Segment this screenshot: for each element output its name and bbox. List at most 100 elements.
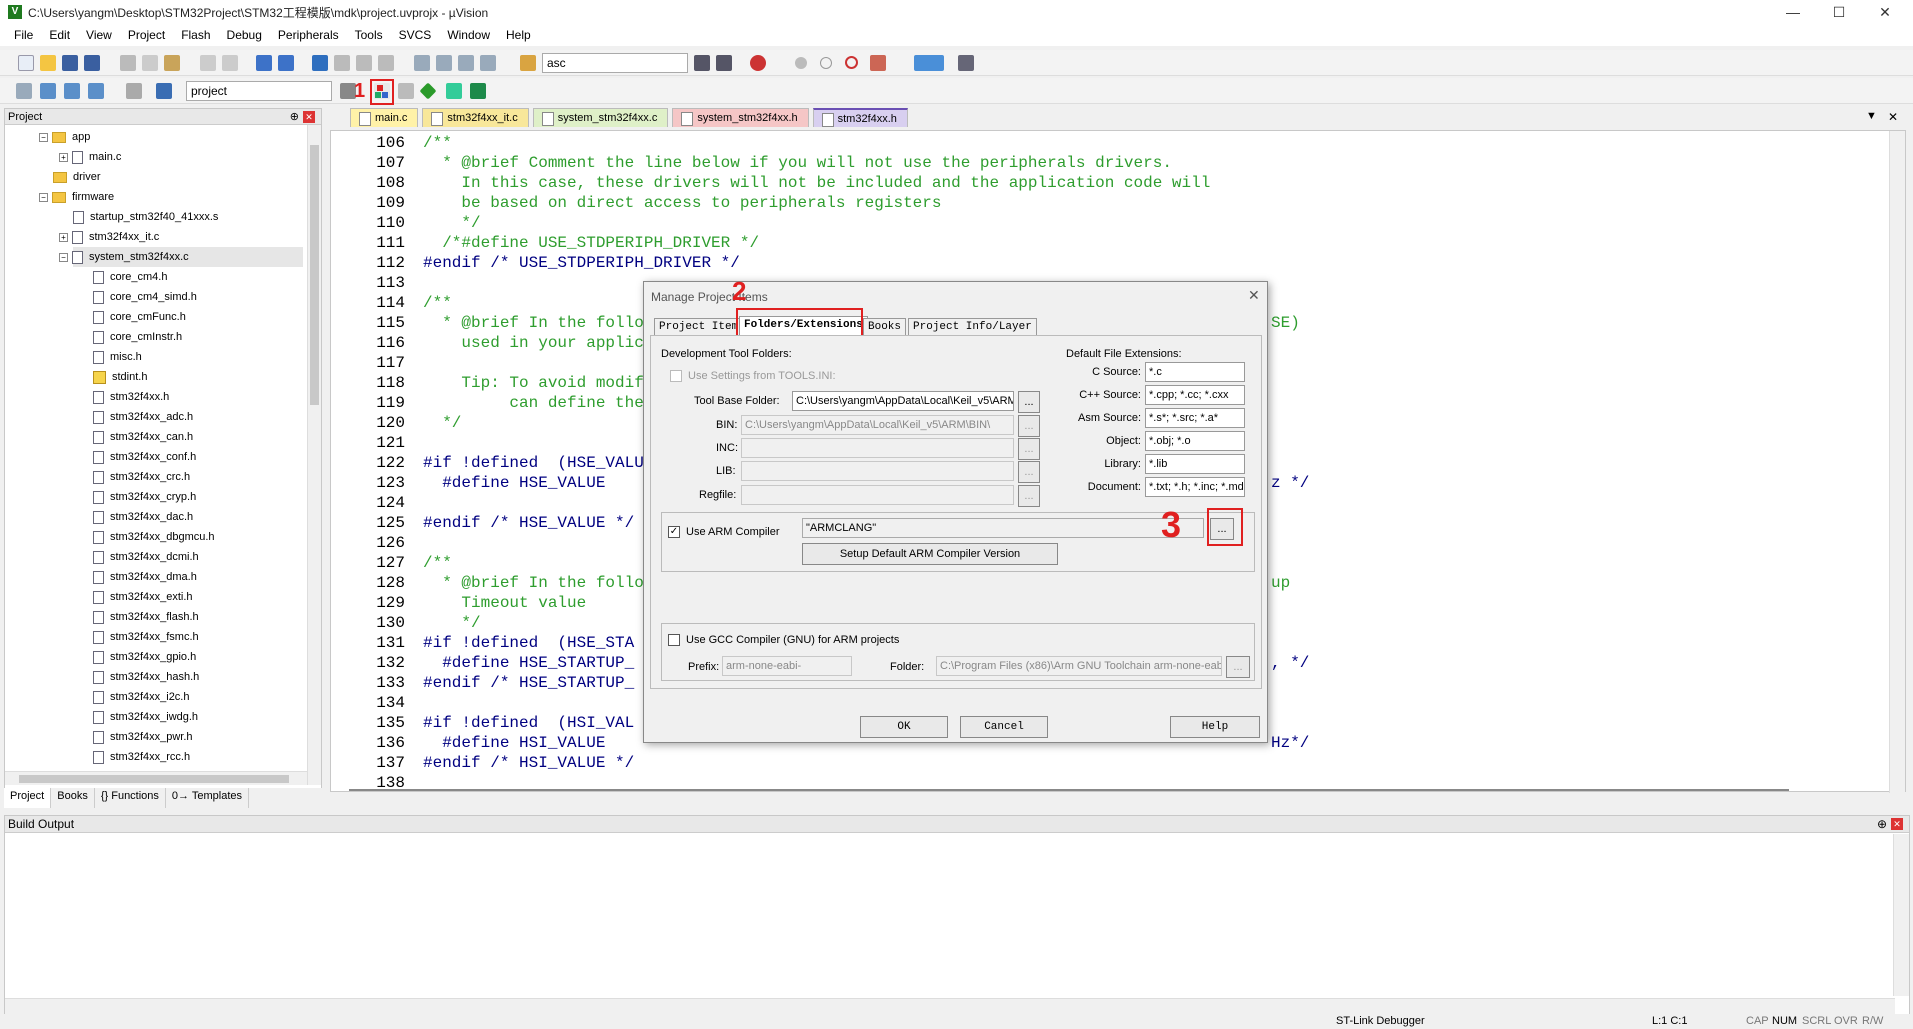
uncomment-icon[interactable] [480,55,496,71]
tree-item[interactable]: stm32f4xx_conf.h [93,447,196,467]
use-settings-checkbox[interactable] [670,370,682,382]
maximize-button[interactable]: ☐ [1816,0,1862,24]
cancel-button[interactable]: Cancel [960,716,1048,738]
tree-item[interactable]: stm32f4xx_cryp.h [93,487,196,507]
panel-tab-0[interactable]: Project [4,788,52,808]
navigate-back-icon[interactable] [256,55,272,71]
close-tab-icon[interactable]: ✕ [1888,110,1898,124]
select-packs-icon[interactable] [419,82,437,100]
undo-icon[interactable] [200,55,216,71]
menu-project[interactable]: Project [120,28,173,42]
tree-item[interactable]: − system_stm32f4xx.c [59,247,303,267]
open-file-icon[interactable] [40,55,56,71]
rebuild-icon[interactable] [64,83,80,99]
panel-tab-2[interactable]: {} Functions [95,788,166,808]
build-close-icon[interactable]: ✕ [1891,818,1903,830]
tree-item[interactable]: core_cm4.h [93,267,167,287]
manage-rte-icon[interactable] [446,83,462,99]
tree-vertical-scrollbar[interactable] [307,125,321,785]
download-load-icon[interactable] [156,83,172,99]
menu-peripherals[interactable]: Peripherals [270,28,347,42]
editor-tab[interactable]: stm32f4xx.h [812,108,908,127]
indent-icon[interactable] [414,55,430,71]
editor-tab[interactable]: system_stm32f4xx.h [672,108,809,127]
file-extensions-icon[interactable] [398,83,414,99]
close-window-button[interactable]: ✕ [1862,0,1908,24]
collapse-icon[interactable]: − [39,192,48,202]
find-in-files-icon[interactable] [520,55,536,71]
ext-field[interactable]: *.cpp; *.cc; *.cxx [1145,385,1245,405]
menu-file[interactable]: File [6,28,41,42]
ext-field[interactable]: *.s*; *.src; *.a* [1145,408,1245,428]
tree-item[interactable]: stm32f4xx_dma.h [93,567,197,587]
menu-debug[interactable]: Debug [219,28,270,42]
tree-item[interactable]: stm32f4xx_dac.h [93,507,193,527]
bookmark-clear-icon[interactable] [378,55,394,71]
tree-item[interactable]: stm32f4xx_flash.h [93,607,199,627]
build-horizontal-scrollbar[interactable] [5,998,1895,1014]
menu-help[interactable]: Help [498,28,539,42]
paste-icon[interactable] [164,55,180,71]
menu-edit[interactable]: Edit [41,28,78,42]
menu-svcs[interactable]: SVCS [391,28,440,42]
help-button[interactable]: Help [1170,716,1260,738]
breakpoint-icon[interactable] [795,57,807,69]
tree-item[interactable]: − app [39,127,90,147]
redo-icon[interactable] [222,55,238,71]
collapse-icon[interactable]: − [59,252,68,262]
menu-tools[interactable]: Tools [347,28,391,42]
cut-icon[interactable] [120,55,136,71]
tree-item[interactable]: startup_stm32f40_41xxx.s [73,207,218,227]
tree-item[interactable]: stm32f4xx_dbgmcu.h [93,527,215,547]
tree-item[interactable]: stm32f4xx_iwdg.h [93,707,198,727]
menu-view[interactable]: View [78,28,120,42]
ext-field[interactable]: *.lib [1145,454,1245,474]
panel-tab-3[interactable]: 0→ Templates [166,788,250,808]
new-file-icon[interactable] [18,55,34,71]
collapse-icon[interactable]: − [39,132,48,142]
inc-field[interactable] [741,438,1014,458]
tree-item[interactable]: stm32f4xx.h [93,387,169,407]
comment-icon[interactable] [458,55,474,71]
editor-tab[interactable]: stm32f4xx_it.c [422,108,529,127]
tree-item[interactable]: stm32f4xx_rcc.h [93,747,190,767]
ext-field[interactable]: *.txt; *.h; *.inc; *.md [1145,477,1245,497]
lib-field[interactable] [741,461,1014,481]
tree-hscroll-thumb[interactable] [19,775,289,783]
arm-compiler-field[interactable]: "ARMCLANG" [802,518,1204,538]
breakpoint-kill-icon[interactable] [845,56,858,69]
tree-item[interactable]: stm32f4xx_dcmi.h [93,547,199,567]
tab-list-icon[interactable]: ▼ [1866,110,1877,122]
inc-browse-button[interactable]: ... [1018,438,1040,460]
pack-installer-icon[interactable] [470,83,486,99]
editor-vertical-scrollbar[interactable] [1889,131,1905,793]
bin-field[interactable]: C:\Users\yangm\AppData\Local\Keil_v5\ARM… [741,415,1014,435]
pin-icon[interactable]: ⊕ [290,109,299,125]
tree-item[interactable]: stm32f4xx_gpio.h [93,647,196,667]
ext-field[interactable]: *.obj; *.o [1145,431,1245,451]
navigate-forward-icon[interactable] [278,55,294,71]
tree-item[interactable]: stm32f4xx_i2c.h [93,687,189,707]
use-arm-compiler-checkbox[interactable]: ✓ [668,526,680,538]
editor-horizontal-scrollbar[interactable] [349,789,1789,791]
find-icon[interactable] [694,55,710,71]
debug-session-icon[interactable] [750,55,766,71]
tree-item[interactable]: stm32f4xx_pwr.h [93,727,193,747]
tools-wrench-icon[interactable] [958,55,974,71]
tree-item[interactable]: + stm32f4xx_it.c [59,227,159,247]
editor-tab[interactable]: main.c [350,108,419,127]
bookmark-prev-icon[interactable] [334,55,350,71]
copy-icon[interactable] [142,55,158,71]
tree-item[interactable]: stm32f4xx_fsmc.h [93,627,199,647]
tree-item[interactable]: stm32f4xx_exti.h [93,587,193,607]
tree-horizontal-scrollbar[interactable] [5,771,307,785]
menu-window[interactable]: Window [439,28,498,42]
batch-build-icon[interactable] [88,83,104,99]
configure-icon[interactable] [870,55,886,71]
tree-item[interactable]: driver [53,167,101,187]
tree-item[interactable]: stm32f4xx_hash.h [93,667,199,687]
prefix-field[interactable]: arm-none-eabi- [722,656,852,676]
breakpoint-disable-icon[interactable] [820,57,832,69]
build-vertical-scrollbar[interactable] [1893,834,1909,996]
bin-browse-button[interactable]: ... [1018,415,1040,437]
